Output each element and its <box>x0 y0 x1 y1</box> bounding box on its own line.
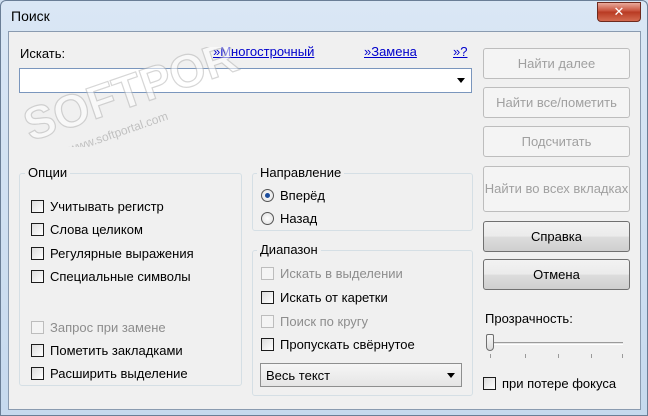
option-label: Пометить закладками <box>50 343 183 358</box>
transparency-slider-thumb[interactable] <box>486 334 494 351</box>
find-all-button[interactable]: Найти все/пометить <box>483 87 630 118</box>
checkbox[interactable] <box>31 247 44 260</box>
options-group-title: Опции <box>25 165 71 180</box>
option-label: Регулярные выражения <box>50 246 194 261</box>
chevron-down-icon[interactable] <box>447 373 455 378</box>
radio-label: Вперёд <box>280 188 325 203</box>
replace-link[interactable]: »Замена <box>364 44 417 59</box>
slider-tick <box>525 354 526 358</box>
help-button[interactable]: Справка <box>483 221 630 252</box>
range-wrap-around: Поиск по кругу <box>261 314 368 329</box>
option-whole-words[interactable]: Слова целиком <box>31 222 143 237</box>
range-in-selection: Искать в выделении <box>261 266 403 281</box>
checkbox[interactable] <box>261 338 274 351</box>
window-title: Поиск <box>11 8 50 24</box>
title-bar[interactable]: Поиск ✕ <box>1 1 647 31</box>
search-input[interactable] <box>19 68 472 93</box>
transparency-label: Прозрачность: <box>485 311 573 326</box>
option-mark-bookmarks[interactable]: Пометить закладками <box>31 343 183 358</box>
radio-label: Назад <box>280 211 318 226</box>
option-label: Расширить выделение <box>50 366 188 381</box>
slider-tick <box>622 354 623 358</box>
help-link[interactable]: »? <box>453 44 467 59</box>
option-label: Пропускать свёрнутое <box>280 337 415 352</box>
count-button[interactable]: Подсчитать <box>483 126 630 157</box>
checkbox <box>261 267 274 280</box>
slider-tick <box>558 354 559 358</box>
option-match-case[interactable]: Учитывать регистр <box>31 199 164 214</box>
option-label: Искать в выделении <box>280 266 403 281</box>
find-dialog-window: Поиск ✕ Искать: »Многострочный »Замена »… <box>0 0 648 416</box>
option-label: Искать от каретки <box>280 290 388 305</box>
direction-group-title: Направление <box>257 165 345 180</box>
option-extend-selection[interactable]: Расширить выделение <box>31 366 188 381</box>
option-label: Учитывать регистр <box>50 199 164 214</box>
checkbox[interactable] <box>261 291 274 304</box>
find-all-tabs-button[interactable]: Найти во всех вкладках <box>483 166 630 212</box>
close-button[interactable]: ✕ <box>597 2 641 22</box>
direction-forward-radio[interactable]: Вперёд <box>261 188 325 203</box>
direction-backward-radio[interactable]: Назад <box>261 211 317 226</box>
option-label: Запрос при замене <box>50 320 166 335</box>
radio-button[interactable] <box>261 212 274 225</box>
transparency-slider-track[interactable] <box>487 342 623 345</box>
on-focus-loss-checkbox[interactable]: при потере фокуса <box>483 376 616 391</box>
close-icon: ✕ <box>613 4 625 19</box>
checkbox[interactable] <box>31 344 44 357</box>
radio-button[interactable] <box>261 189 274 202</box>
checkbox[interactable] <box>31 223 44 236</box>
range-from-caret[interactable]: Искать от каретки <box>261 290 388 305</box>
checkbox <box>261 315 274 328</box>
checkbox[interactable] <box>483 377 496 390</box>
range-skip-folded[interactable]: Пропускать свёрнутое <box>261 337 415 352</box>
checkbox[interactable] <box>31 200 44 213</box>
option-label: Специальные символы <box>50 269 191 284</box>
slider-tick <box>490 354 491 358</box>
range-group-title: Диапазон <box>257 242 321 257</box>
search-label: Искать: <box>20 46 66 61</box>
chevron-down-icon[interactable] <box>457 78 465 83</box>
cancel-button[interactable]: Отмена <box>483 259 630 290</box>
checkbox[interactable] <box>31 270 44 283</box>
checkbox[interactable] <box>31 367 44 380</box>
option-special-chars[interactable]: Специальные символы <box>31 269 191 284</box>
option-label: Слова целиком <box>50 222 143 237</box>
scope-select[interactable]: Весь текст <box>260 363 462 387</box>
option-regex[interactable]: Регулярные выражения <box>31 246 194 261</box>
slider-tick <box>591 354 592 358</box>
dialog-client-area: Искать: »Многострочный »Замена »? Опции … <box>8 31 641 410</box>
option-prompt-on-replace: Запрос при замене <box>31 320 166 335</box>
option-label: Поиск по кругу <box>280 314 369 329</box>
option-label: при потере фокуса <box>502 376 617 391</box>
multiline-link[interactable]: »Многострочный <box>213 44 314 59</box>
checkbox <box>31 321 44 334</box>
find-next-button[interactable]: Найти далее <box>483 48 630 79</box>
scope-select-value: Весь текст <box>266 368 331 383</box>
